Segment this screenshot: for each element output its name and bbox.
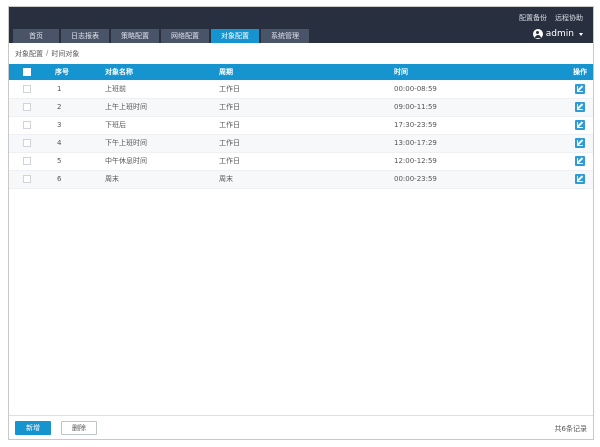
- edit-icon[interactable]: [575, 83, 585, 94]
- config-backup-link[interactable]: 配置备份: [519, 13, 547, 23]
- tab-home[interactable]: 首页: [13, 29, 59, 43]
- edit-icon[interactable]: [575, 102, 585, 112]
- row-period: 周末: [219, 175, 233, 183]
- breadcrumb-parent[interactable]: 对象配置: [15, 49, 43, 59]
- breadcrumb-current: 时间对象: [51, 50, 80, 58]
- row-checkbox[interactable]: [23, 84, 31, 93]
- new-button[interactable]: 新增: [15, 421, 51, 435]
- row-no: 5: [57, 157, 62, 165]
- row-checkbox[interactable]: [23, 175, 31, 183]
- breadcrumb-separator: /: [46, 49, 49, 57]
- edit-icon[interactable]: [575, 120, 585, 130]
- row-no: 2: [57, 103, 62, 111]
- time-object-table: 序号 对象名称 周期 时间 操作 1 上班前 工作日 00:00-08:59 2…: [9, 64, 593, 189]
- main-nav-tabs: 首页 日志报表 策略配置 网络配置 对象配置 系统管理: [13, 29, 309, 43]
- table-row: 6 周末 周末 00:00-23:59: [9, 170, 593, 188]
- tab-policy-config[interactable]: 策略配置: [111, 29, 159, 43]
- row-period: 工作日: [219, 84, 240, 93]
- tab-log-report[interactable]: 日志报表: [61, 29, 109, 43]
- row-name: 上班前: [105, 84, 126, 93]
- tab-object-config[interactable]: 对象配置: [211, 29, 259, 43]
- remote-assist-link[interactable]: 远程协助: [555, 13, 583, 23]
- row-no: 1: [57, 84, 62, 93]
- row-no: 6: [57, 175, 62, 183]
- row-period: 工作日: [219, 139, 240, 147]
- tab-system-manage[interactable]: 系统管理: [261, 29, 309, 43]
- table-header-row: 序号 对象名称 周期 时间 操作: [9, 64, 593, 80]
- row-no: 3: [57, 121, 62, 129]
- app-window: 配置备份 远程协助 admin 首页 日志报表 策略配置 网络配置 对象配置 系…: [8, 6, 594, 440]
- column-header-op: 操作: [573, 68, 587, 76]
- table-row: 5 中午休息时间 工作日 12:00-12:59: [9, 152, 593, 170]
- row-name: 中午休息时间: [105, 157, 147, 165]
- delete-button[interactable]: 删除: [61, 421, 97, 435]
- row-time: 12:00-12:59: [394, 157, 437, 165]
- row-name: 下班后: [105, 121, 126, 129]
- row-period: 工作日: [219, 121, 240, 129]
- row-checkbox[interactable]: [23, 139, 31, 147]
- table-row: 1 上班前 工作日 00:00-08:59: [9, 80, 593, 98]
- row-checkbox[interactable]: [23, 103, 31, 111]
- user-menu[interactable]: admin: [532, 29, 583, 39]
- user-icon: [532, 29, 543, 39]
- column-header-no: 序号: [55, 68, 69, 76]
- row-checkbox[interactable]: [23, 157, 31, 165]
- chevron-down-icon: [579, 32, 583, 36]
- table-footer: 新增 删除 共6条记录: [9, 415, 593, 439]
- tab-network-config[interactable]: 网络配置: [161, 29, 209, 43]
- row-name: 下午上班时间: [105, 139, 147, 147]
- column-header-period: 周期: [219, 68, 233, 76]
- row-time: 09:00-11:59: [394, 103, 437, 111]
- row-period: 工作日: [219, 157, 240, 165]
- select-all-cell: [9, 64, 45, 80]
- table-row: 4 下午上班时间 工作日 13:00-17:29: [9, 134, 593, 152]
- top-links: 配置备份 远程协助: [519, 13, 583, 23]
- edit-icon[interactable]: [575, 156, 585, 166]
- row-no: 4: [57, 139, 62, 147]
- table-row: 2 上午上班时间 工作日 09:00-11:59: [9, 98, 593, 116]
- edit-icon[interactable]: [575, 138, 585, 148]
- edit-icon[interactable]: [575, 174, 585, 184]
- record-count: 共6条记录: [554, 425, 587, 433]
- breadcrumb: 对象配置 / 时间对象: [15, 49, 79, 59]
- row-name: 周末: [105, 175, 119, 183]
- column-header-name: 对象名称: [105, 68, 133, 76]
- username: admin: [545, 29, 574, 39]
- select-all-checkbox[interactable]: [23, 68, 31, 76]
- row-time: 17:30-23:59: [394, 121, 437, 129]
- row-time: 00:00-23:59: [394, 175, 437, 183]
- row-checkbox[interactable]: [23, 121, 31, 129]
- top-header: 配置备份 远程协助 admin 首页 日志报表 策略配置 网络配置 对象配置 系…: [9, 7, 593, 43]
- row-name: 上午上班时间: [105, 103, 147, 111]
- row-time: 00:00-08:59: [394, 84, 437, 93]
- table-row: 3 下班后 工作日 17:30-23:59: [9, 116, 593, 134]
- row-time: 13:00-17:29: [394, 139, 437, 147]
- row-period: 工作日: [219, 103, 240, 111]
- column-header-time: 时间: [394, 68, 408, 76]
